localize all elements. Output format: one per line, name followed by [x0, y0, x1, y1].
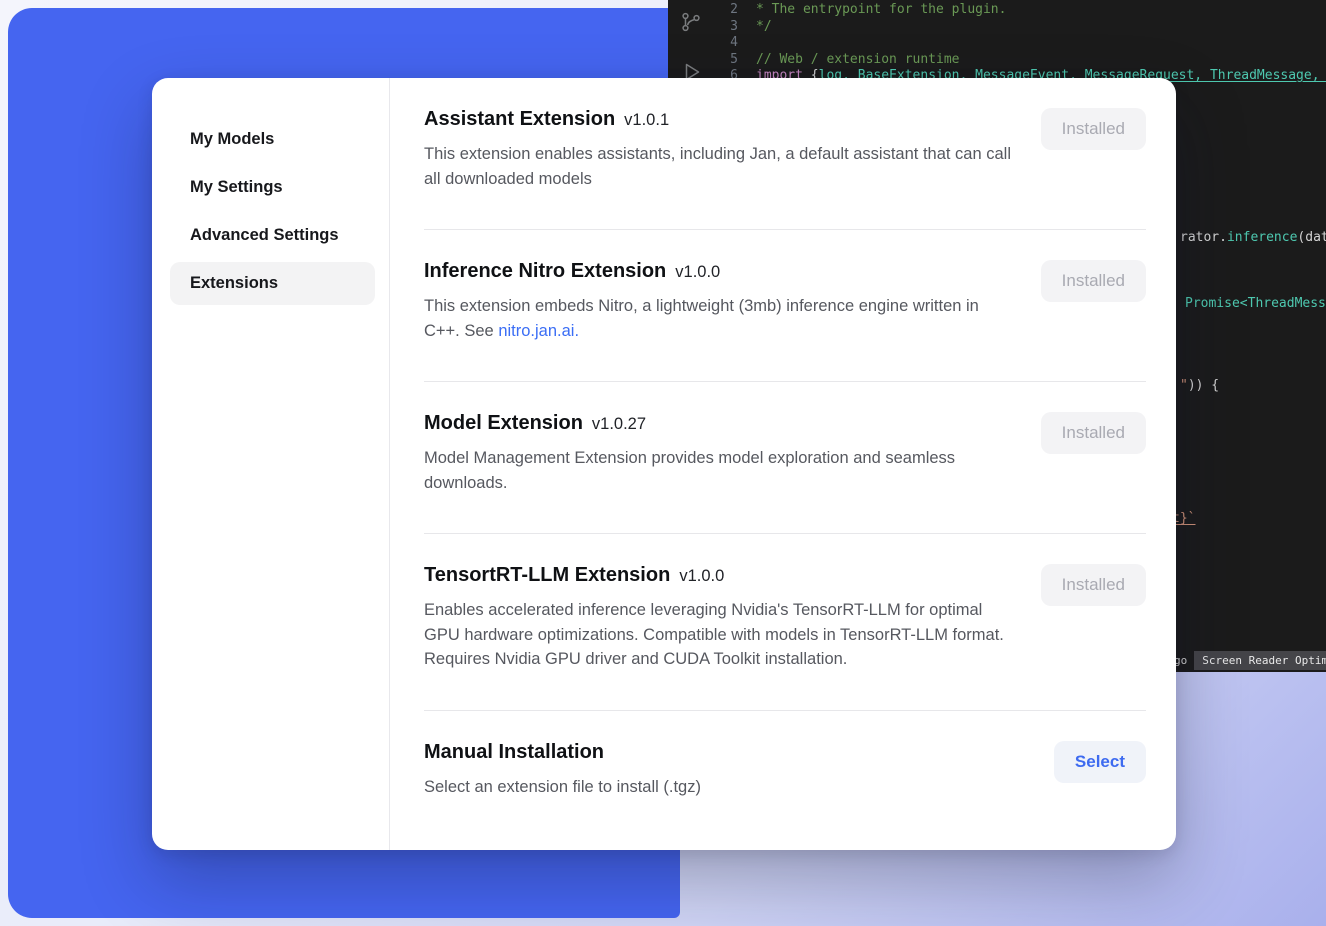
- code-fragment: Promise<ThreadMessage>: [1185, 296, 1326, 311]
- line-number: 3: [716, 19, 738, 36]
- extension-title: Model Extensionv1.0.27: [424, 412, 1012, 435]
- source-control-icon: [679, 10, 703, 34]
- extension-description: Enables accelerated inference leveraging…: [424, 598, 1012, 672]
- extension-version: v1.0.1: [624, 111, 669, 129]
- code-fragment: rator.inference(data));: [1180, 230, 1326, 245]
- extension-description: Model Management Extension provides mode…: [424, 446, 1012, 495]
- code-line: 5 // Web / extension runtime: [716, 52, 1326, 69]
- extension-row-nitro: Inference Nitro Extensionv1.0.0 This ext…: [424, 230, 1146, 382]
- code-fragment: ")) {: [1180, 378, 1219, 393]
- extension-description: This extension embeds Nitro, a lightweig…: [424, 294, 1012, 343]
- extension-title: Inference Nitro Extensionv1.0.0: [424, 260, 1012, 283]
- extension-row-tensorrt: TensortRT-LLM Extensionv1.0.0 Enables ac…: [424, 534, 1146, 711]
- extension-version: v1.0.0: [675, 263, 720, 281]
- line-number: 5: [716, 52, 738, 69]
- extensions-list: Assistant Extensionv1.0.1 This extension…: [390, 78, 1176, 850]
- page-background: 2 * The entrypoint for the plugin. 3 */ …: [0, 0, 1326, 926]
- installed-button[interactable]: Installed: [1041, 108, 1146, 150]
- code-text: * The entrypoint for the plugin.: [756, 2, 1006, 19]
- extension-title: TensortRT-LLM Extensionv1.0.0: [424, 564, 1012, 587]
- extension-title: Assistant Extensionv1.0.1: [424, 108, 1012, 131]
- extension-description: This extension enables assistants, inclu…: [424, 142, 1012, 191]
- installed-button[interactable]: Installed: [1041, 564, 1146, 606]
- extension-version: v1.0.0: [679, 567, 724, 585]
- extension-version: v1.0.27: [592, 415, 646, 433]
- code-line: 4: [716, 35, 1326, 52]
- code-line: 3 */: [716, 19, 1326, 36]
- code-lines: 2 * The entrypoint for the plugin. 3 */ …: [716, 2, 1326, 85]
- sidebar-item-my-models[interactable]: My Models: [170, 118, 375, 161]
- sidebar-item-extensions[interactable]: Extensions: [170, 262, 375, 305]
- installed-button[interactable]: Installed: [1041, 260, 1146, 302]
- sidebar-item-advanced-settings[interactable]: Advanced Settings: [170, 214, 375, 257]
- code-line: 2 * The entrypoint for the plugin.: [716, 2, 1326, 19]
- screen-reader-badge: Screen Reader Optimize: [1194, 651, 1326, 670]
- installed-button[interactable]: Installed: [1041, 412, 1146, 454]
- code-text: // Web / extension runtime: [756, 52, 960, 69]
- manual-installation-description: Select an extension file to install (.tg…: [424, 775, 1012, 800]
- sidebar-item-my-settings[interactable]: My Settings: [170, 166, 375, 209]
- manual-installation-title: Manual Installation: [424, 741, 1012, 764]
- extension-row-assistant: Assistant Extensionv1.0.1 This extension…: [424, 78, 1146, 230]
- editor-status-note: go Screen Reader Optimize: [1174, 651, 1326, 670]
- nitro-jan-ai-link[interactable]: nitro.jan.ai.: [498, 322, 579, 340]
- manual-installation-row: Manual Installation Select an extension …: [424, 711, 1146, 838]
- line-number: 2: [716, 2, 738, 19]
- code-text: */: [756, 19, 772, 36]
- select-file-button[interactable]: Select: [1054, 741, 1146, 783]
- extension-row-model: Model Extensionv1.0.27 Model Management …: [424, 382, 1146, 534]
- settings-sidebar: My Models My Settings Advanced Settings …: [152, 78, 390, 850]
- settings-modal: My Models My Settings Advanced Settings …: [152, 78, 1176, 850]
- line-number: 4: [716, 35, 738, 52]
